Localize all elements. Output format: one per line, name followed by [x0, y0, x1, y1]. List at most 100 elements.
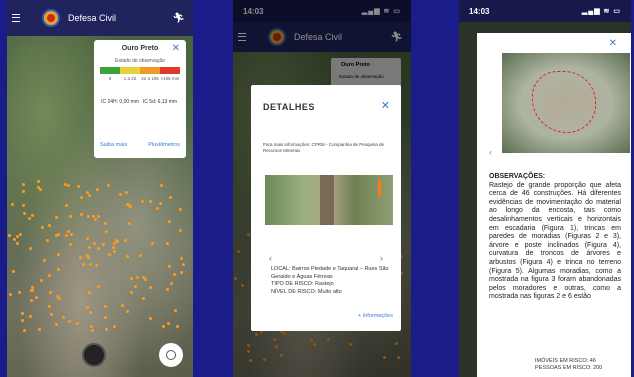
details-modal: DETALHES ✕ Para mais informações: CPRM -… [251, 85, 401, 331]
locate-button[interactable] [159, 343, 183, 367]
risk-info: LOCAL: Bairros Piedade e Taquaral – Rues… [271, 266, 393, 296]
risk-marker [55, 294, 59, 298]
observation-state-label: Estado de observação [115, 58, 165, 64]
risk-marker [23, 328, 27, 332]
risk-marker [86, 236, 90, 240]
more-info-link[interactable]: + Informações [358, 313, 393, 319]
scale-ticks: 0 1 a 22 22 a 106 >106 mm [100, 76, 180, 81]
risk-marker [93, 242, 97, 246]
risk-marker [112, 324, 116, 328]
risk-marker [29, 298, 33, 302]
defesa-civil-logo [42, 9, 60, 27]
risk-zone-outline [532, 71, 596, 133]
risk-marker [170, 281, 174, 285]
risk-marker [8, 233, 12, 237]
chevron-right-icon[interactable]: › [380, 253, 383, 263]
observations-text[interactable]: OBSERVAÇÕES: Rastejo de grande proporção… [489, 173, 621, 302]
scale-orange [140, 67, 160, 74]
risk-marker [165, 288, 169, 292]
close-icon[interactable]: ✕ [609, 38, 617, 49]
risk-marker [79, 196, 83, 200]
risk-marker [89, 263, 93, 266]
risk-marker [103, 304, 107, 308]
risk-marker [91, 328, 95, 332]
risk-marker [129, 277, 133, 281]
scale-green [100, 67, 120, 74]
chevron-left-icon[interactable]: ‹ [269, 253, 272, 263]
close-icon[interactable]: ✕ [172, 43, 180, 54]
risk-marker [88, 245, 92, 249]
risk-marker [64, 203, 68, 207]
close-icon[interactable]: ✕ [381, 99, 390, 112]
scale-yellow [120, 67, 140, 74]
observations-body: Rastejo de grande proporção que afeta ce… [489, 181, 621, 301]
risk-marker [89, 310, 93, 314]
risk-marker [160, 184, 164, 188]
app-header: Defesa Civil 🏃︎ [7, 0, 193, 36]
risk-marker [28, 246, 32, 250]
legend-links: Saiba mais Pluviômetros [100, 142, 180, 148]
risk-marker [105, 328, 109, 332]
risk-marker [77, 184, 81, 188]
menu-icon[interactable] [12, 14, 20, 22]
risk-marker [34, 295, 38, 299]
risk-marker [103, 221, 107, 225]
risk-marker [158, 201, 162, 205]
risk-marker [134, 284, 138, 288]
risk-marker [40, 225, 44, 229]
people-at-risk: PESSOAS EM RISCO: 200 [535, 365, 603, 371]
risk-marker [88, 193, 92, 197]
risk-marker [121, 304, 125, 308]
chevron-left-icon[interactable]: ‹ [489, 148, 492, 157]
local-text: LOCAL: Bairros Piedade e Taquaral – Rues… [271, 266, 389, 280]
risk-marker [149, 286, 153, 290]
risk-marker [140, 199, 144, 203]
risk-marker [12, 270, 16, 274]
risk-marker [107, 253, 111, 257]
risk-marker [166, 322, 170, 326]
risk-marker [112, 246, 116, 250]
risk-marker [79, 256, 83, 260]
risk-marker [56, 267, 60, 271]
risk-marker [119, 192, 123, 196]
risk-marker [178, 228, 182, 232]
risk-type-text: TIPO DE RISCO: Rastejo [271, 281, 334, 287]
compass-button[interactable] [82, 343, 106, 367]
rain-index: IC 24H: 0,00 mm IC 5d: 6,13 mm [100, 99, 180, 105]
risk-marker [94, 217, 98, 221]
risk-marker [130, 290, 134, 294]
status-bar: 14:03 ▂▄▆ ≋ ▭ [459, 0, 631, 22]
risk-marker [79, 213, 83, 217]
risk-marker [58, 297, 62, 301]
risk-marker [167, 265, 171, 269]
risk-area-satellite-image [502, 53, 630, 153]
risk-marker [148, 317, 152, 321]
risk-marker [104, 315, 108, 319]
running-person-icon[interactable]: 🏃︎ [172, 13, 185, 24]
risk-marker [142, 297, 146, 301]
scale-tick: 1 a 22 [123, 76, 137, 81]
risk-marker [48, 290, 52, 294]
risk-marker [128, 205, 132, 209]
rain-gauges-link[interactable]: Pluviômetros [148, 142, 180, 148]
scale-tick: 22 a 106 [141, 76, 159, 81]
signal-battery-icon: ▂▄▆ ≋ ▭ [581, 8, 621, 15]
risk-marker [95, 264, 99, 268]
risk-marker [127, 222, 131, 226]
risk-marker [89, 325, 93, 329]
risk-marker [22, 204, 26, 208]
risk-marker [56, 232, 60, 236]
risk-marker [88, 290, 92, 294]
learn-more-link[interactable]: Saiba mais [100, 142, 127, 148]
risk-marker [125, 310, 129, 314]
risk-marker [48, 304, 52, 308]
app-title: Defesa Civil [68, 13, 117, 23]
risk-marker [124, 238, 128, 242]
risk-marker [161, 325, 165, 329]
risk-marker [40, 278, 44, 282]
ic-24h: IC 24H: 0,00 mm [101, 99, 139, 105]
risk-marker [102, 243, 106, 247]
risk-marker [75, 321, 79, 325]
risk-marker [180, 271, 184, 275]
risk-marker [36, 180, 40, 184]
